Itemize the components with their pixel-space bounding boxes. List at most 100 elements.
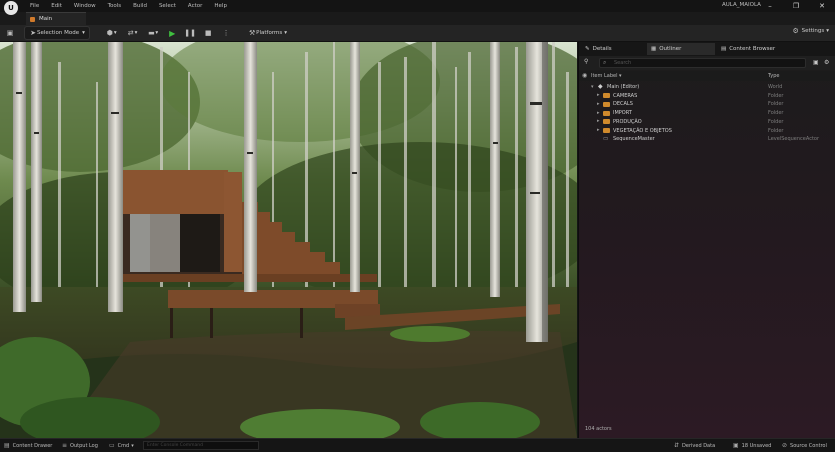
unsaved-button[interactable]: ▣18 Unsaved bbox=[733, 442, 771, 449]
blueprint-icon: ⇄ bbox=[127, 29, 135, 37]
menu-tools[interactable]: Tools bbox=[108, 3, 122, 9]
gear-icon[interactable]: ⚙ bbox=[824, 59, 829, 66]
stop-button[interactable]: ■ bbox=[204, 29, 212, 37]
row-type: Folder bbox=[768, 128, 783, 134]
filter-icon[interactable]: ⚲ bbox=[584, 58, 588, 65]
tab-details-label: Details bbox=[593, 46, 612, 52]
sequence-icon: ▭ bbox=[603, 136, 608, 142]
content-drawer-button[interactable]: ▤Content Drawer bbox=[4, 442, 52, 449]
world-icon: ◆ bbox=[598, 83, 603, 90]
row-label: PRODUÇÃO bbox=[613, 119, 642, 125]
play-icon: ▶ bbox=[168, 29, 176, 37]
settings-label: Settings bbox=[802, 28, 825, 34]
row-label: IMPORT bbox=[613, 110, 632, 116]
row-type: Folder bbox=[768, 110, 783, 116]
output-log-label: Output Log bbox=[70, 443, 98, 449]
folder-icon bbox=[603, 93, 610, 98]
settings-dropdown[interactable]: ⚙ Settings ▾ bbox=[792, 27, 829, 35]
maximize-button[interactable]: ❐ bbox=[783, 0, 809, 12]
chevron-down-icon: ▾ bbox=[826, 28, 829, 34]
row-label: CAMERAS bbox=[613, 93, 637, 99]
chevron-down-icon: ▾ bbox=[284, 30, 287, 36]
level-viewport[interactable] bbox=[0, 42, 577, 438]
tab-outliner[interactable]: ▦ Outliner bbox=[647, 43, 715, 55]
menu-file[interactable]: File bbox=[30, 3, 39, 9]
row-type: Folder bbox=[768, 93, 783, 99]
tab-outliner-label: Outliner bbox=[659, 46, 681, 52]
level-tab-main[interactable]: Main bbox=[26, 12, 86, 25]
outliner-search-row: ⚲ ⌕ Search ▣ ⚙ bbox=[579, 56, 835, 70]
outliner-row-folder[interactable]: ▸ VEGETAÇÃO E OBJETOS Folder bbox=[579, 127, 835, 136]
add-actor-button[interactable]: ⬢▾ bbox=[106, 29, 117, 37]
row-type: Folder bbox=[768, 101, 783, 107]
platforms-dropdown[interactable]: ⚒ Platforms ▾ bbox=[248, 29, 287, 37]
unreal-logo[interactable]: U bbox=[4, 1, 18, 15]
outliner-row-folder[interactable]: ▸ IMPORT Folder bbox=[579, 109, 835, 118]
row-label: SequenceMaster bbox=[613, 136, 655, 142]
menu-build[interactable]: Build bbox=[133, 3, 147, 9]
status-bar: ▤Content Drawer ≡Output Log ▭Cmd▾ Enter … bbox=[0, 438, 835, 452]
console-command-input[interactable]: Enter Console Command bbox=[143, 441, 259, 450]
search-placeholder: Search bbox=[614, 60, 631, 66]
panel-tabs: ✎ Details ▦ Outliner ▤ Content Browser bbox=[579, 42, 835, 56]
play-button[interactable]: ▶ bbox=[168, 29, 176, 37]
actor-count: 104 actors bbox=[585, 426, 612, 432]
output-log-icon: ≡ bbox=[62, 442, 67, 449]
content-browser-icon: ▤ bbox=[721, 46, 726, 52]
outliner-row-folder[interactable]: ▸ DECALS Folder bbox=[579, 100, 835, 109]
chevron-down-icon: ▾ bbox=[82, 30, 85, 36]
cmd-dropdown[interactable]: ▭Cmd▾ bbox=[109, 442, 134, 449]
pause-button[interactable]: ❚❚ bbox=[186, 29, 194, 37]
stop-icon: ■ bbox=[204, 29, 212, 37]
row-label: Main (Editor) bbox=[607, 84, 639, 90]
menu-select[interactable]: Select bbox=[159, 3, 176, 9]
caret-right-icon: ▸ bbox=[597, 110, 600, 116]
caret-right-icon: ▸ bbox=[597, 92, 600, 98]
source-control-button[interactable]: ⊘Source Control bbox=[782, 442, 827, 449]
save-button[interactable]: ▣ bbox=[6, 29, 14, 37]
search-input[interactable]: ⌕ Search bbox=[599, 58, 806, 68]
column-item-label[interactable]: Item Label ▾ bbox=[591, 73, 622, 79]
play-options-button[interactable]: ⋮ bbox=[222, 29, 230, 37]
folder-icon bbox=[603, 119, 610, 124]
outliner-panel: ✎ Details ▦ Outliner ▤ Content Browser ⚲… bbox=[578, 42, 835, 438]
menu-edit[interactable]: Edit bbox=[51, 3, 62, 9]
menu-window[interactable]: Window bbox=[74, 3, 96, 9]
add-folder-icon[interactable]: ▣ bbox=[813, 59, 819, 66]
row-type: World bbox=[768, 84, 782, 90]
forest-scene-image bbox=[0, 42, 577, 438]
column-type[interactable]: Type bbox=[768, 73, 779, 79]
minimize-button[interactable]: – bbox=[757, 0, 783, 12]
cmd-label: Cmd bbox=[118, 443, 130, 449]
more-options-icon: ⋮ bbox=[222, 29, 230, 37]
selection-mode-label: Selection Mode bbox=[37, 30, 79, 36]
cinematics-button[interactable]: ▬▾ bbox=[147, 29, 158, 37]
output-log-button[interactable]: ≡Output Log bbox=[62, 442, 98, 449]
menu-actor[interactable]: Actor bbox=[188, 3, 202, 9]
folder-icon bbox=[603, 111, 610, 116]
derived-data-button[interactable]: ⇵Derived Data bbox=[674, 442, 715, 449]
tab-details[interactable]: ✎ Details bbox=[581, 43, 645, 55]
outliner-row-folder[interactable]: ▸ CAMERAS Folder bbox=[579, 92, 835, 101]
visibility-icon[interactable]: ◉ bbox=[582, 72, 587, 79]
unsaved-label: 18 Unsaved bbox=[742, 443, 772, 449]
chevron-down-icon: ▾ bbox=[131, 443, 134, 449]
menu-help[interactable]: Help bbox=[214, 3, 227, 9]
outliner-row-world[interactable]: ▾ ◆ Main (Editor) World bbox=[579, 83, 835, 92]
add-cube-icon: ⬢ bbox=[106, 29, 114, 37]
blueprints-button[interactable]: ⇄▾ bbox=[127, 29, 138, 37]
tab-content-browser[interactable]: ▤ Content Browser bbox=[717, 43, 797, 55]
row-type: Folder bbox=[768, 119, 783, 125]
chevron-down-icon: ▾ bbox=[114, 30, 117, 36]
content-drawer-icon: ▤ bbox=[4, 442, 10, 449]
selection-mode-dropdown[interactable]: ➤ Selection Mode ▾ bbox=[24, 26, 90, 40]
close-button[interactable]: ✕ bbox=[809, 0, 835, 12]
outliner-column-header: ◉ Item Label ▾ Type bbox=[579, 71, 835, 81]
title-bar: U File Edit Window Tools Build Select Ac… bbox=[0, 0, 835, 12]
outliner-row-folder[interactable]: ▸ PRODUÇÃO Folder bbox=[579, 118, 835, 127]
source-control-label: Source Control bbox=[790, 443, 827, 449]
row-label: VEGETAÇÃO E OBJETOS bbox=[613, 128, 672, 134]
console-icon: ▭ bbox=[109, 442, 115, 449]
level-tab-label: Main bbox=[39, 16, 52, 22]
outliner-row-actor[interactable]: ▭ SequenceMaster LevelSequenceActor bbox=[579, 135, 835, 144]
